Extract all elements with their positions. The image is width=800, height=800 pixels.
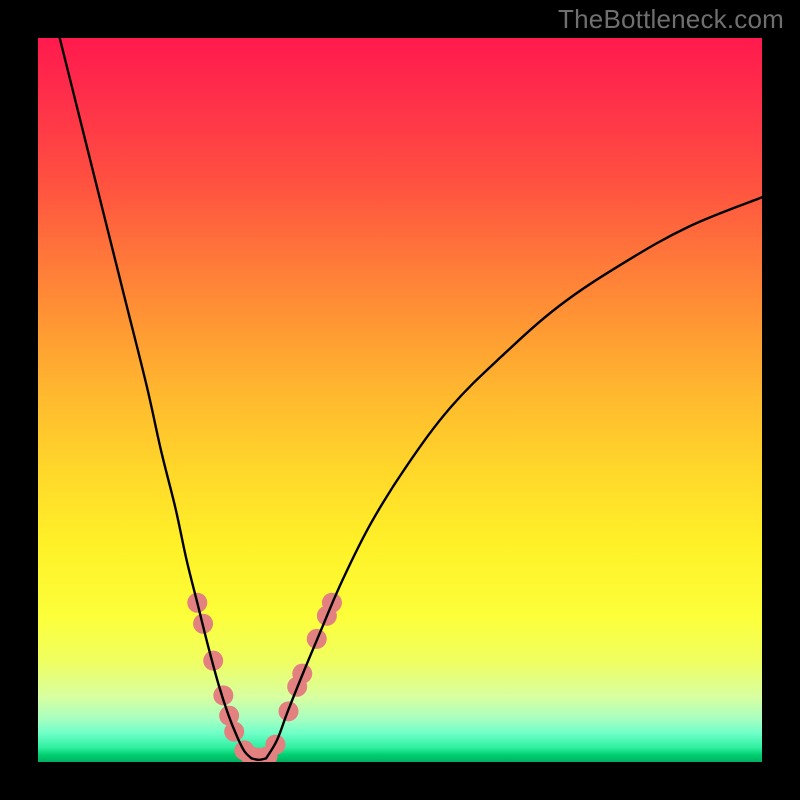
plot-area [38,38,762,762]
curve-layer [38,38,762,762]
chart-frame: TheBottleneck.com [0,0,800,800]
marker-dots [187,593,342,762]
left-curve [60,38,252,758]
watermark-text: TheBottleneck.com [558,4,784,35]
right-curve [266,197,762,758]
